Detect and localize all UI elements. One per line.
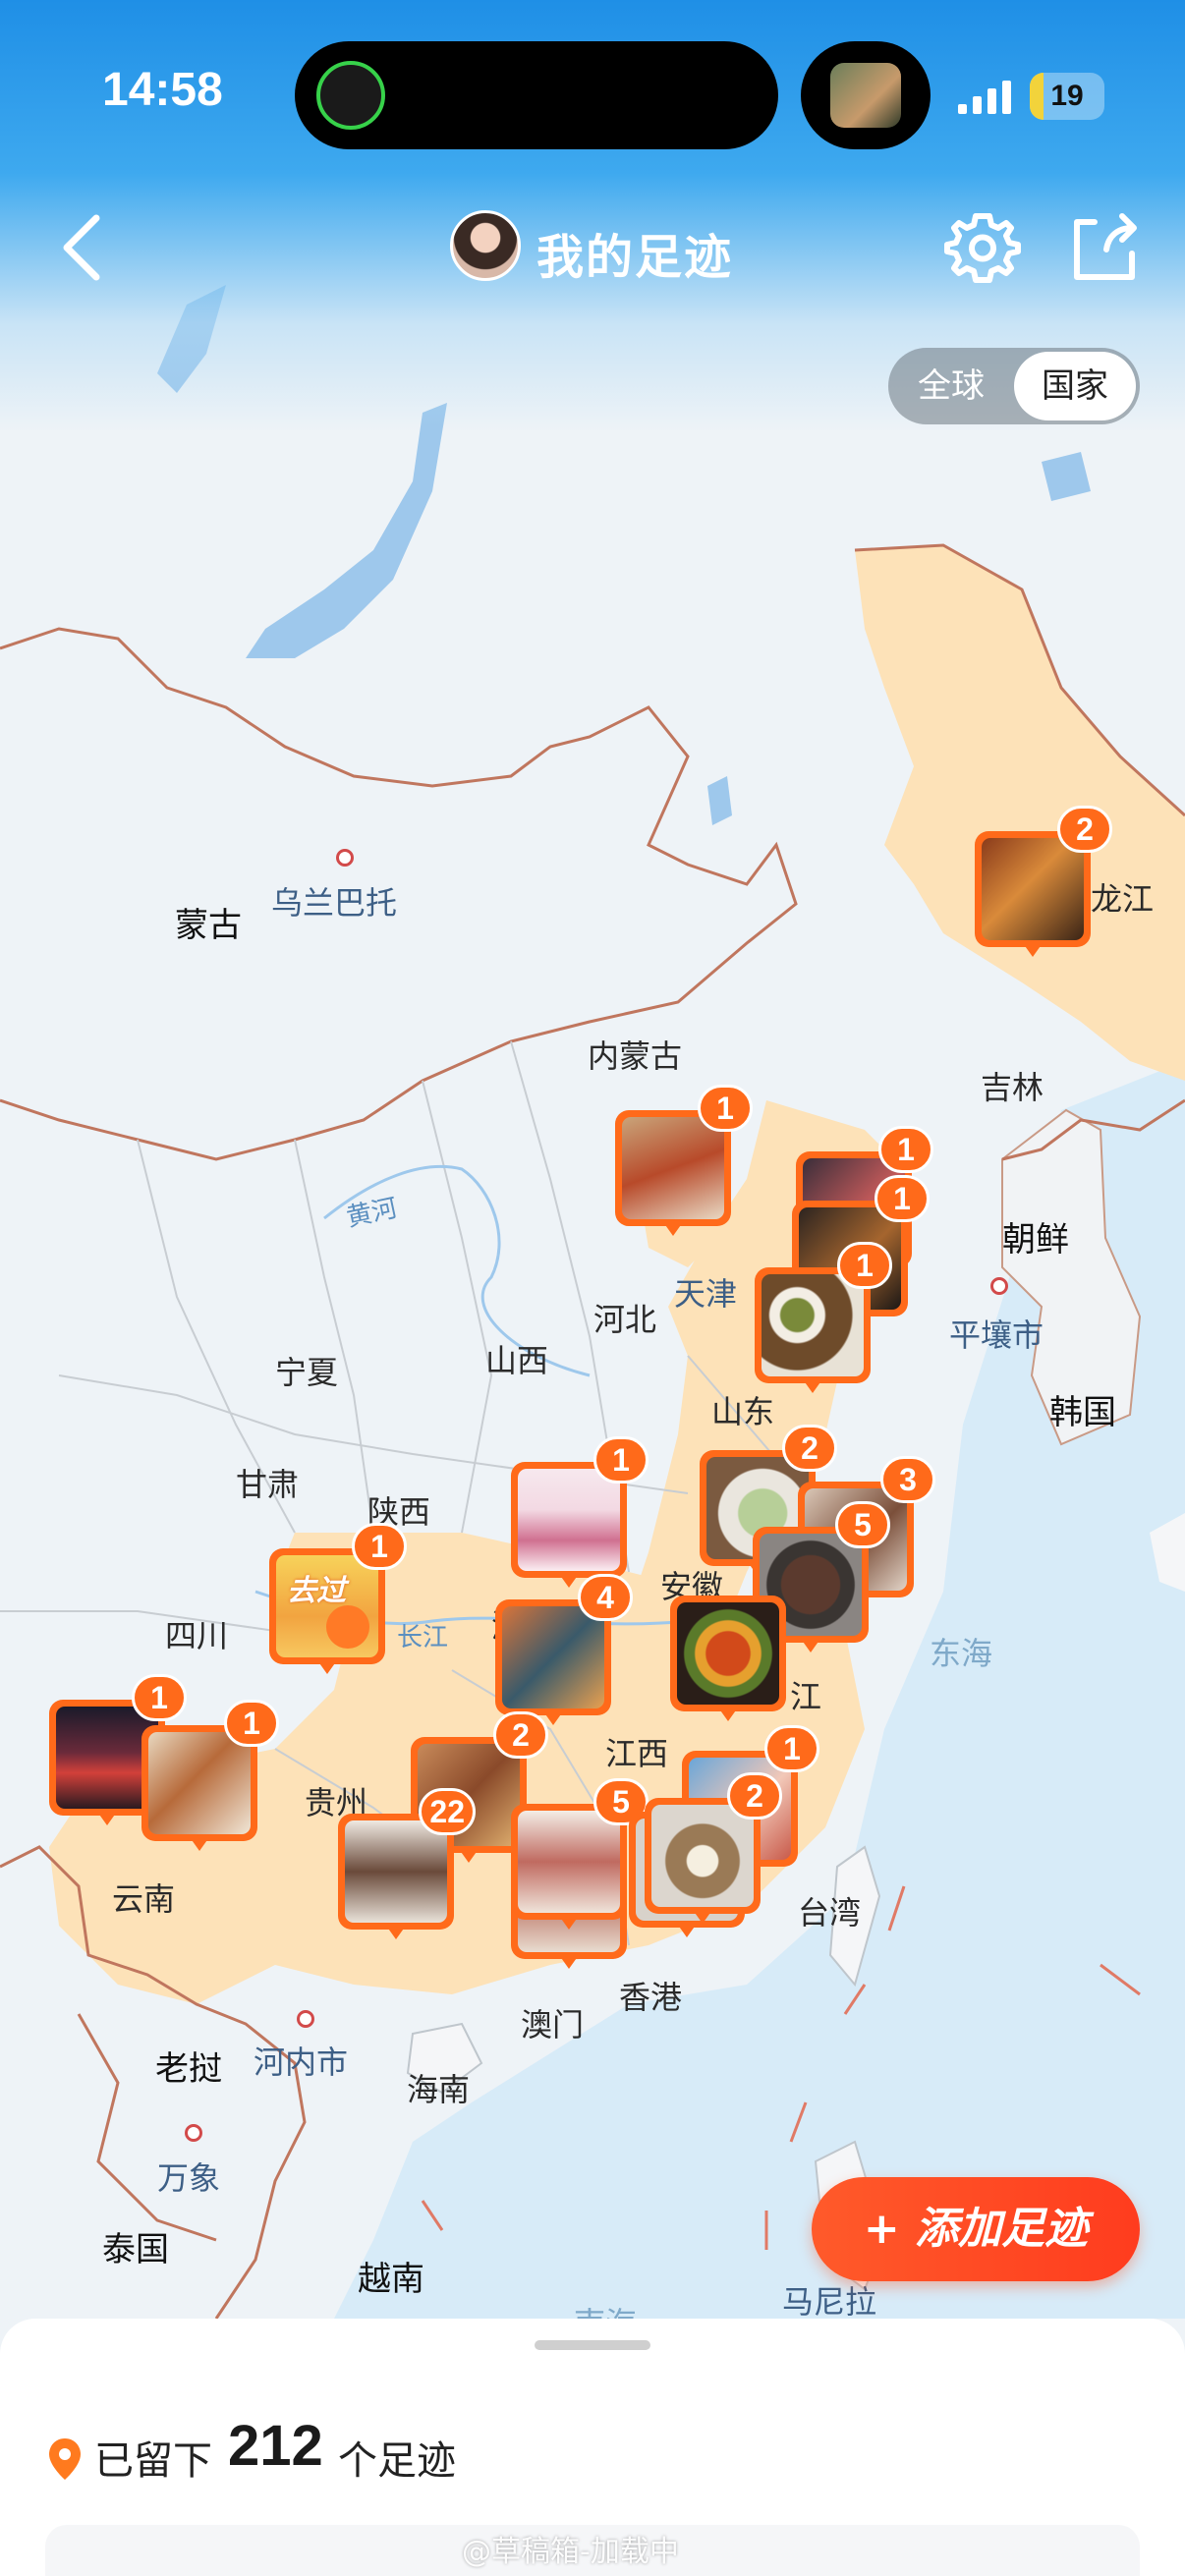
footprint-pin[interactable]: 1 (615, 1085, 753, 1236)
smiley-icon (326, 1605, 369, 1649)
label-hanoi: 河内市 (254, 2044, 349, 2081)
footprint-count-badge: 1 (837, 1242, 892, 1289)
label-sichuan: 四川 (165, 1617, 229, 1654)
label-gansu: 甘肃 (236, 1466, 300, 1503)
label-shandong: 山东 (711, 1393, 775, 1430)
footprint-pin[interactable]: 1 (755, 1242, 892, 1393)
chevron-left-icon (63, 214, 100, 281)
label-yunnan: 云南 (112, 1880, 176, 1918)
label-hebei: 河北 (593, 1301, 657, 1338)
summary-suffix: 个足迹 (338, 2438, 456, 2484)
label-jilin: 吉林 (981, 1069, 1044, 1106)
footprint-count-badge: 2 (727, 1772, 782, 1820)
footprint-count-badge: 22 (419, 1788, 476, 1835)
footprint-pin[interactable]: 2 (975, 806, 1112, 957)
battery-icon: 19 (1030, 73, 1104, 120)
avatar[interactable] (450, 210, 521, 281)
label-mongolia: 蒙古 (175, 906, 242, 945)
label-tianjin: 天津 (674, 1275, 738, 1313)
footprint-count-badge: 1 (764, 1725, 819, 1772)
capital-marker (297, 2010, 314, 2028)
footprint-pin[interactable] (670, 1596, 786, 1721)
share-icon (1074, 213, 1137, 280)
now-playing-island[interactable] (801, 41, 931, 149)
share-button[interactable] (1065, 208, 1144, 287)
label-north-korea: 朝鲜 (1002, 1220, 1069, 1260)
footprint-pin[interactable]: 2 (645, 1772, 782, 1924)
label-ulaanbaatar: 乌兰巴托 (271, 884, 398, 922)
footprint-count-badge: 2 (493, 1711, 548, 1759)
page-title: 我的足迹 (536, 230, 734, 285)
activity-icon (316, 61, 385, 130)
status-time: 14:58 (102, 64, 223, 116)
footprint-count-badge: 1 (132, 1674, 187, 1721)
footprint-count-badge: 1 (224, 1700, 279, 1747)
footprint-count-badge: 4 (578, 1574, 633, 1621)
add-footprint-button[interactable]: + 添加足迹 (812, 2177, 1140, 2281)
footprint-count-badge: 1 (878, 1126, 933, 1173)
capital-marker (990, 1277, 1008, 1295)
location-pin-icon (49, 2438, 81, 2480)
footprint-count-badge: 1 (698, 1085, 753, 1132)
footprint-pin[interactable]: 4 (495, 1574, 633, 1725)
label-jiangxi: 江西 (605, 1735, 669, 1772)
scope-toggle[interactable]: 全球 国家 (888, 348, 1140, 424)
label-pyongyang: 平壤市 (949, 1316, 1044, 1354)
settings-button[interactable] (943, 208, 1022, 287)
label-shanxi: 山西 (485, 1342, 549, 1379)
label-ningxia: 宁夏 (275, 1354, 339, 1391)
label-east-sea: 东海 (930, 1635, 993, 1672)
label-heilongjiang: 龙江 (1091, 880, 1155, 918)
label-hainan: 海南 (407, 2071, 471, 2108)
visited-pin[interactable]: 去过 1 (269, 1523, 407, 1674)
footprint-pin[interactable]: 22 (338, 1788, 476, 1939)
drag-handle[interactable] (535, 2340, 650, 2350)
label-yangtze: 长江 (397, 1623, 449, 1652)
signal-icon (958, 81, 1011, 114)
toggle-country[interactable]: 国家 (1014, 352, 1136, 420)
footprint-count-badge: 3 (880, 1456, 935, 1503)
label-macau: 澳门 (521, 2006, 585, 2044)
footprint-map-screen: 蒙古 乌兰巴托 内蒙古 龙江 吉林 朝鲜 平壤市 韩国 黄河 天津 河北 山西 … (0, 0, 1185, 2576)
back-button[interactable] (51, 208, 120, 287)
label-manila: 马尼拉 (782, 2283, 877, 2321)
footprint-count-badge: 1 (875, 1175, 930, 1222)
label-vietnam: 越南 (358, 2260, 424, 2299)
footprint-count-badge: 1 (593, 1436, 649, 1484)
footprint-total: 212 (228, 2414, 323, 2478)
capital-marker (336, 849, 354, 867)
label-laos: 老挝 (155, 2049, 222, 2089)
visited-label: 去过 (287, 1574, 346, 1608)
label-inner-mongolia: 内蒙古 (588, 1037, 683, 1075)
footprint-count-badge: 1 (352, 1523, 407, 1570)
footprint-count-badge: 5 (835, 1501, 890, 1548)
footprint-pin[interactable]: 5 (511, 1778, 649, 1930)
label-thailand: 泰国 (102, 2230, 169, 2269)
summary-prefix: 已留下 (94, 2438, 212, 2484)
watermark: @草稿箱-加载中 (462, 2535, 679, 2569)
footprint-pin[interactable]: 1 (141, 1700, 279, 1851)
capital-marker (185, 2124, 202, 2142)
toggle-global[interactable]: 全球 (888, 348, 1014, 424)
label-vientiane: 万象 (157, 2159, 221, 2197)
label-hong-kong: 香港 (619, 1979, 683, 2016)
footprint-pin[interactable]: 1 (511, 1436, 649, 1588)
label-jiangsu-fragment: 江 (790, 1678, 822, 1715)
label-taiwan: 台湾 (798, 1894, 862, 1932)
gear-icon (944, 213, 1021, 283)
label-south-korea: 韩国 (1049, 1393, 1116, 1432)
footprint-count-badge: 2 (1057, 806, 1112, 853)
footprint-count-badge: 2 (782, 1425, 837, 1472)
